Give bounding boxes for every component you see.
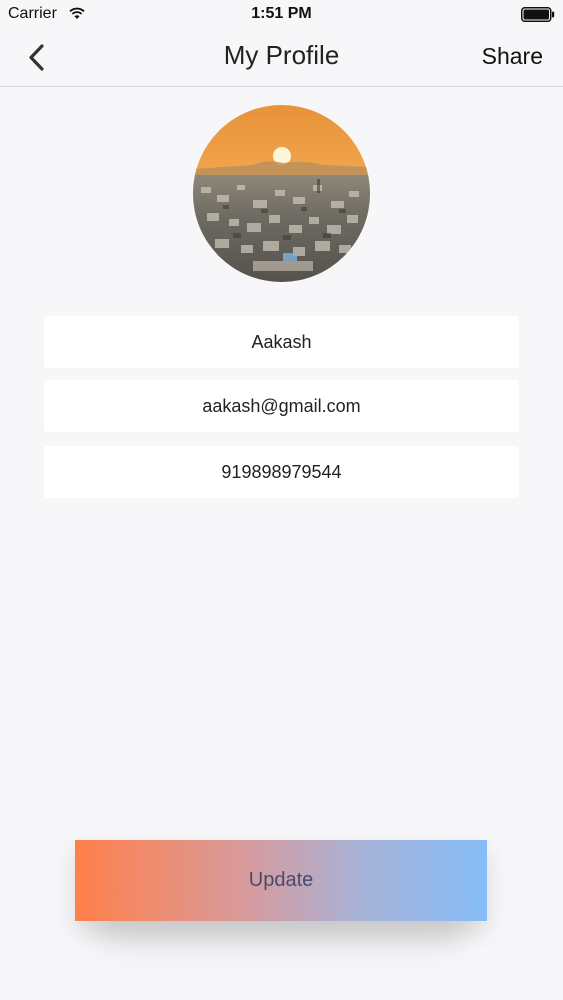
phone-field[interactable]: 919898979544 bbox=[44, 446, 519, 498]
update-button[interactable]: Update bbox=[75, 840, 487, 921]
status-bar: Carrier 1:51 PM bbox=[0, 0, 563, 30]
navigation-bar: My Profile Share bbox=[0, 30, 563, 87]
update-button-label: Update bbox=[248, 869, 314, 891]
email-value: aakash@gmail.com bbox=[202, 395, 361, 416]
phone-value: 919898979544 bbox=[221, 461, 342, 482]
name-value: Aakash bbox=[251, 331, 312, 352]
page-title: My Profile bbox=[223, 40, 340, 70]
email-field[interactable]: aakash@gmail.com bbox=[44, 380, 519, 432]
city-sunset-photo bbox=[193, 105, 370, 282]
battery-full-icon bbox=[521, 7, 555, 22]
avatar[interactable] bbox=[193, 105, 370, 282]
share-button[interactable]: Share bbox=[482, 43, 543, 70]
status-time: 1:51 PM bbox=[251, 5, 312, 22]
profile-screen: Carrier 1:51 PM My Profile Share Aakash … bbox=[0, 0, 563, 1000]
name-field[interactable]: Aakash bbox=[44, 316, 519, 368]
